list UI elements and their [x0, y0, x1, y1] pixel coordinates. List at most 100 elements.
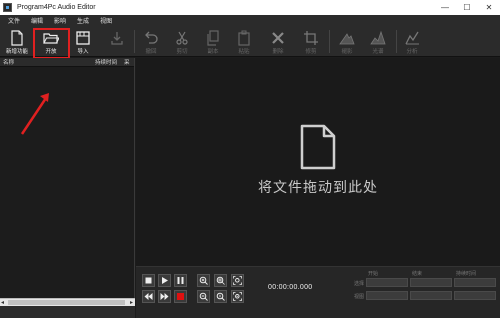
view-start-field[interactable]: [366, 291, 408, 300]
zoom-fit-button[interactable]: [231, 274, 244, 287]
view-duration-field[interactable]: [454, 291, 496, 300]
new-file-icon: [11, 30, 23, 46]
window-title: Program4Pc Audio Editor: [17, 4, 96, 11]
file-list-footer: [0, 306, 135, 318]
copy-button[interactable]: 副本: [199, 27, 227, 56]
menu-effects[interactable]: 影响: [54, 16, 66, 25]
menu-generate[interactable]: 生成: [77, 16, 89, 25]
app-icon: [3, 3, 12, 12]
transport-panel: 00:00:00.000 开始 结束 持续时间 选择 视图: [136, 266, 500, 318]
play-button[interactable]: [158, 274, 171, 287]
open-button-highlight: [33, 28, 70, 59]
delete-button[interactable]: 删除: [264, 27, 292, 56]
selection-duration-field[interactable]: [454, 278, 496, 287]
crop-icon: [304, 31, 318, 45]
fade-in-icon: [339, 33, 355, 45]
zoom-selection-icon: [216, 276, 225, 285]
new-recording-button[interactable]: 新增功能: [3, 27, 31, 56]
menu-bar: 文件 编辑 影响 生成 视图: [0, 15, 500, 26]
stop-icon: [145, 277, 152, 284]
undo-button[interactable]: 撤回: [137, 27, 165, 56]
file-list-scrollbar[interactable]: ◂ ▸: [0, 298, 135, 306]
toolbar: 新增功能 开放 导入 撤回 剪切 副本 粘贴 删除 修剪 褪影 光谱 分析: [0, 26, 500, 57]
minimize-button[interactable]: —: [434, 0, 456, 15]
drop-hint-text: 将文件拖动到此处: [258, 179, 378, 195]
toolbar-separator: [134, 30, 135, 53]
zoom-selection-button[interactable]: [214, 274, 227, 287]
paste-label: 粘贴: [238, 49, 250, 55]
rewind-button[interactable]: [142, 290, 155, 303]
download-icon: [111, 32, 123, 45]
file-list-header: 名称 持续时间 采: [0, 58, 134, 67]
zoom-in-button[interactable]: [197, 274, 210, 287]
selection-end-field[interactable]: [410, 278, 452, 287]
toolbar-separator: [329, 30, 330, 53]
scissors-icon: [176, 31, 188, 45]
paste-button[interactable]: 粘贴: [230, 27, 258, 56]
column-samplerate[interactable]: 采: [124, 58, 130, 66]
zoom-in-icon: [199, 276, 208, 285]
undo-icon: [145, 31, 158, 44]
menu-file[interactable]: 文件: [8, 16, 20, 25]
view-end-field[interactable]: [410, 291, 452, 300]
column-duration[interactable]: 持续时间: [95, 58, 117, 66]
start-field-label: 开始: [368, 271, 379, 277]
pause-button[interactable]: [174, 274, 187, 287]
zoom-vertical-button[interactable]: [214, 290, 227, 303]
zoom-out-button[interactable]: [197, 290, 210, 303]
scroll-left-icon[interactable]: ◂: [1, 299, 4, 306]
selection-start-field[interactable]: [366, 278, 408, 287]
fade-out-label: 光谱: [372, 49, 384, 55]
fast-forward-icon: [160, 293, 169, 300]
zoom-all-icon: [233, 292, 242, 301]
delete-label: 删除: [272, 49, 284, 55]
undo-label: 撤回: [145, 49, 157, 55]
import-label: 导入: [77, 49, 89, 55]
new-recording-label: 新增功能: [5, 49, 28, 55]
spectrum-icon: [370, 30, 386, 45]
film-icon: [76, 31, 90, 45]
view-row-label: 视图: [354, 294, 365, 300]
fade-out-button[interactable]: 光谱: [364, 27, 392, 56]
scroll-right-icon[interactable]: ▸: [130, 299, 133, 306]
analyze-button[interactable]: 分析: [398, 27, 426, 56]
play-icon: [162, 277, 168, 284]
save-button[interactable]: [103, 27, 131, 56]
pause-icon: [177, 277, 184, 284]
duration-field-label: 持续时间: [456, 271, 477, 277]
selection-row-label: 选择: [354, 281, 365, 287]
analyze-icon: [405, 31, 419, 45]
window-controls: — ☐ ✕: [434, 0, 500, 15]
maximize-button[interactable]: ☐: [456, 0, 478, 15]
zoom-out-icon: [199, 292, 208, 301]
zoom-vertical-icon: [216, 292, 225, 301]
zoom-all-button[interactable]: [231, 290, 244, 303]
waveform-drop-area[interactable]: 将文件拖动到此处: [136, 58, 500, 266]
fade-in-button[interactable]: 褪影: [333, 27, 361, 56]
record-icon: [177, 293, 184, 300]
scrollbar-thumb[interactable]: [8, 300, 125, 305]
menu-view[interactable]: 视图: [100, 16, 112, 25]
record-button[interactable]: [174, 290, 187, 303]
import-button[interactable]: 导入: [69, 27, 97, 56]
fade-in-label: 褪影: [341, 49, 353, 55]
delete-x-icon: [272, 32, 284, 44]
title-bar: Program4Pc Audio Editor — ☐ ✕: [0, 0, 500, 15]
document-icon: [300, 124, 336, 170]
analyze-label: 分析: [406, 49, 418, 55]
cut-button[interactable]: 剪切: [168, 27, 196, 56]
crop-button[interactable]: 修剪: [297, 27, 325, 56]
clipboard-icon: [238, 30, 250, 46]
crop-label: 修剪: [305, 49, 317, 55]
playback-time: 00:00:00.000: [268, 284, 313, 291]
rewind-icon: [144, 293, 153, 300]
toolbar-separator: [396, 30, 397, 53]
column-name[interactable]: 名称: [3, 58, 14, 66]
cut-label: 剪切: [176, 49, 188, 55]
menu-edit[interactable]: 编辑: [31, 16, 43, 25]
fast-forward-button[interactable]: [158, 290, 171, 303]
stop-button[interactable]: [142, 274, 155, 287]
close-button[interactable]: ✕: [478, 0, 500, 15]
copy-label: 副本: [207, 49, 219, 55]
zoom-fit-icon: [233, 276, 242, 285]
